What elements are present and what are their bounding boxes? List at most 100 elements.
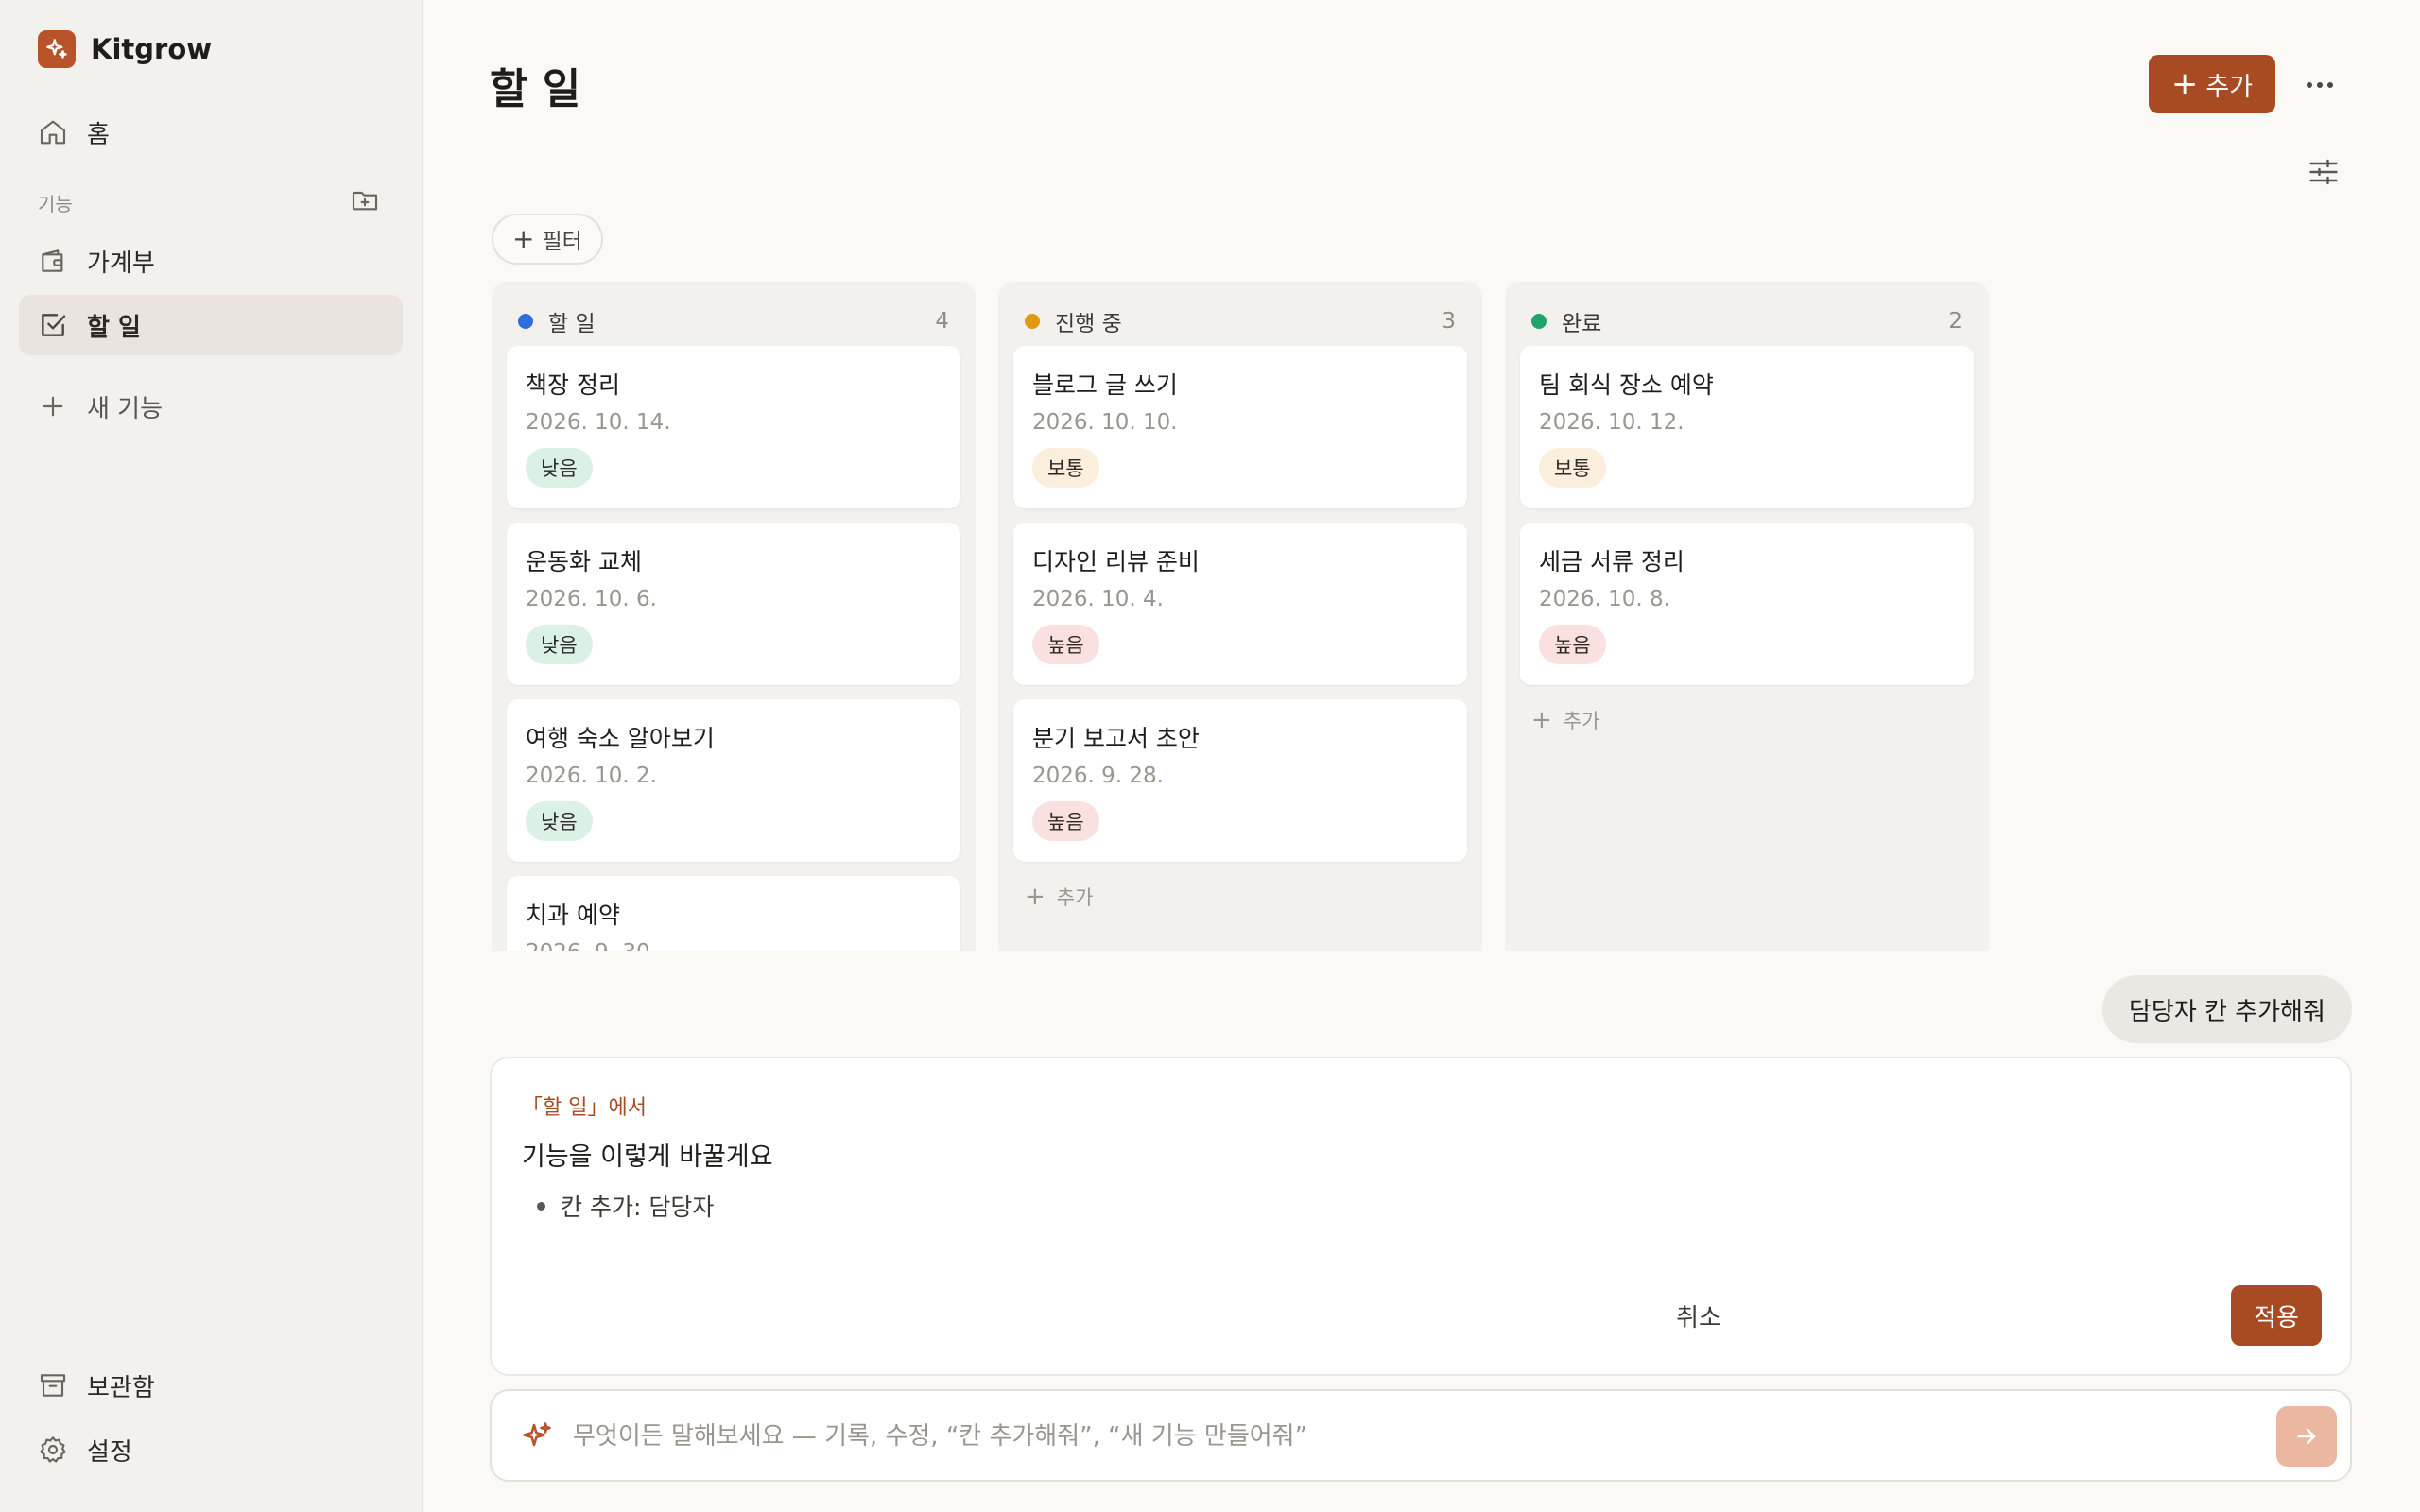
column-add-card-button[interactable]: + 추가 xyxy=(1531,706,1599,734)
sidebar-item-label: 보관함 xyxy=(87,1373,155,1402)
apply-button[interactable]: 적용 xyxy=(2231,1285,2322,1346)
column-count: 2 xyxy=(1948,309,1962,334)
change-proposal-card: 「할 일」에서 기능을 이렇게 바꿀게요 칸 추가: 담당자 취소 적용 xyxy=(490,1057,2352,1376)
card-title: 디자인 리뷰 준비 xyxy=(1032,548,1200,576)
card-date: 2026. 9. 28. xyxy=(1032,764,1164,788)
column-header: 할 일 4 xyxy=(518,302,949,340)
task-card[interactable]: 분기 보고서 초안 2026. 9. 28. 높음 xyxy=(1013,699,1467,862)
sidebar-item-label: 가계부 xyxy=(87,249,155,278)
card-title: 세금 서류 정리 xyxy=(1539,548,1685,576)
user-message-bubble: 담당자 칸 추가해줘 xyxy=(2102,975,2352,1043)
more-options-icon[interactable] xyxy=(2301,66,2339,104)
gear-icon xyxy=(40,1436,66,1463)
column-add-card-button[interactable]: + 추가 xyxy=(1025,883,1093,911)
chat-composer xyxy=(490,1389,2352,1482)
card-title: 치과 예약 xyxy=(526,902,620,929)
sidebar-item-archive[interactable]: 보관함 xyxy=(19,1355,403,1416)
proposal-context: 「할 일」에서 xyxy=(522,1096,647,1120)
column-count: 3 xyxy=(1442,309,1456,334)
status-dot xyxy=(518,314,533,329)
card-date: 2026. 10. 12. xyxy=(1539,410,1685,435)
task-card[interactable]: 디자인 리뷰 준비 2026. 10. 4. 높음 xyxy=(1013,523,1467,685)
column-header: 완료 2 xyxy=(1531,302,1962,340)
priority-badge: 높음 xyxy=(1032,625,1099,664)
task-card[interactable]: 여행 숙소 알아보기 2026. 10. 2. 낮음 xyxy=(507,699,960,862)
plus-icon xyxy=(43,396,63,417)
card-title: 여행 숙소 알아보기 xyxy=(526,725,715,752)
arrow-right-icon xyxy=(2297,1428,2316,1445)
task-card[interactable]: 치과 예약 2026. 9. 30. xyxy=(507,876,960,951)
sparkle-icon xyxy=(520,1419,554,1453)
sidebar: Kitgrow 홈 기능 가계부 할 일 새 기능 보관함 설정 xyxy=(0,0,424,1512)
priority-badge: 보통 xyxy=(1539,448,1606,488)
task-card[interactable]: 블로그 글 쓰기 2026. 10. 10. 보통 xyxy=(1013,346,1467,508)
filter-button[interactable]: + 필터 xyxy=(492,214,603,265)
task-card[interactable]: 운동화 교체 2026. 10. 6. 낮음 xyxy=(507,523,960,685)
sparkle-logo-icon xyxy=(38,30,76,68)
card-date: 2026. 10. 2. xyxy=(526,764,657,788)
status-dot xyxy=(1531,314,1547,329)
bullet-icon xyxy=(537,1201,545,1211)
task-card[interactable]: 책장 정리 2026. 10. 14. 낮음 xyxy=(507,346,960,508)
archive-icon xyxy=(40,1374,66,1397)
proposal-heading: 기능을 이렇게 바꿀게요 xyxy=(522,1143,773,1172)
page-title: 할 일 xyxy=(490,65,581,113)
board-column-todo: 할 일 4 책장 정리 2026. 10. 14. 낮음 운동화 교체 2026… xyxy=(492,282,976,951)
plus-icon: + xyxy=(1025,883,1046,911)
column-header: 진행 중 3 xyxy=(1025,302,1456,340)
home-icon xyxy=(40,120,66,145)
plus-icon: + xyxy=(512,223,535,254)
card-date: 2026. 10. 6. xyxy=(526,587,657,611)
view-settings-icon[interactable] xyxy=(2307,155,2341,189)
brand[interactable]: Kitgrow xyxy=(38,30,212,68)
add-folder-icon[interactable] xyxy=(350,185,380,215)
add-button[interactable]: + 추가 xyxy=(2149,55,2275,113)
checkbox-icon xyxy=(42,314,66,336)
card-date: 2026. 10. 10. xyxy=(1032,410,1178,435)
card-date: 2026. 10. 4. xyxy=(1032,587,1164,611)
plus-icon: + xyxy=(2170,65,2199,103)
sidebar-item-budget[interactable]: 가계부 xyxy=(19,231,403,291)
cancel-button[interactable]: 취소 xyxy=(1647,1285,1751,1346)
card-title: 책장 정리 xyxy=(526,371,620,399)
board-column-in-progress: 진행 중 3 블로그 글 쓰기 2026. 10. 10. 보통 디자인 리뷰 … xyxy=(998,282,1482,951)
priority-badge: 낮음 xyxy=(526,448,593,488)
card-date: 2026. 10. 14. xyxy=(526,410,671,435)
card-title: 분기 보고서 초안 xyxy=(1032,725,1200,752)
priority-badge: 높음 xyxy=(1032,801,1099,841)
column-title: 할 일 xyxy=(548,312,596,336)
sidebar-item-label: 홈 xyxy=(87,120,110,149)
task-card[interactable]: 팀 회식 장소 예약 2026. 10. 12. 보통 xyxy=(1520,346,1974,508)
sidebar-item-todo[interactable]: 할 일 xyxy=(19,295,403,355)
status-dot xyxy=(1025,314,1040,329)
card-date: 2026. 10. 8. xyxy=(1539,587,1670,611)
proposal-change-text: 칸 추가: 담당자 xyxy=(561,1194,715,1221)
sidebar-item-settings[interactable]: 설정 xyxy=(19,1419,403,1480)
sidebar-item-label: 할 일 xyxy=(87,313,141,342)
priority-badge: 보통 xyxy=(1032,448,1099,488)
wallet-icon xyxy=(42,249,63,272)
priority-badge: 낮음 xyxy=(526,801,593,841)
column-title: 진행 중 xyxy=(1055,312,1122,336)
sidebar-item-label: 새 기능 xyxy=(87,394,164,423)
priority-badge: 높음 xyxy=(1539,625,1606,664)
column-add-label: 추가 xyxy=(1563,710,1600,732)
sidebar-item-new-feature[interactable]: 새 기능 xyxy=(19,376,403,437)
column-count: 4 xyxy=(935,309,949,334)
card-title: 블로그 글 쓰기 xyxy=(1032,371,1178,399)
column-add-label: 추가 xyxy=(1056,886,1094,909)
chat-input[interactable] xyxy=(573,1408,2123,1465)
filter-button-label: 필터 xyxy=(542,230,582,254)
sidebar-item-label: 설정 xyxy=(87,1437,132,1467)
priority-badge: 낮음 xyxy=(526,625,593,664)
proposal-change-item: 칸 추가: 담당자 xyxy=(537,1189,714,1223)
card-title: 팀 회식 장소 예약 xyxy=(1539,371,1714,399)
send-button[interactable] xyxy=(2276,1406,2337,1467)
board-column-done: 완료 2 팀 회식 장소 예약 2026. 10. 12. 보통 세금 서류 정… xyxy=(1505,282,1989,951)
card-title: 운동화 교체 xyxy=(526,548,642,576)
section-label: 기능 xyxy=(38,193,73,215)
add-button-label: 추가 xyxy=(2205,72,2254,102)
sidebar-item-home[interactable]: 홈 xyxy=(19,102,403,163)
card-date: 2026. 9. 30. xyxy=(526,940,657,951)
task-card[interactable]: 세금 서류 정리 2026. 10. 8. 높음 xyxy=(1520,523,1974,685)
